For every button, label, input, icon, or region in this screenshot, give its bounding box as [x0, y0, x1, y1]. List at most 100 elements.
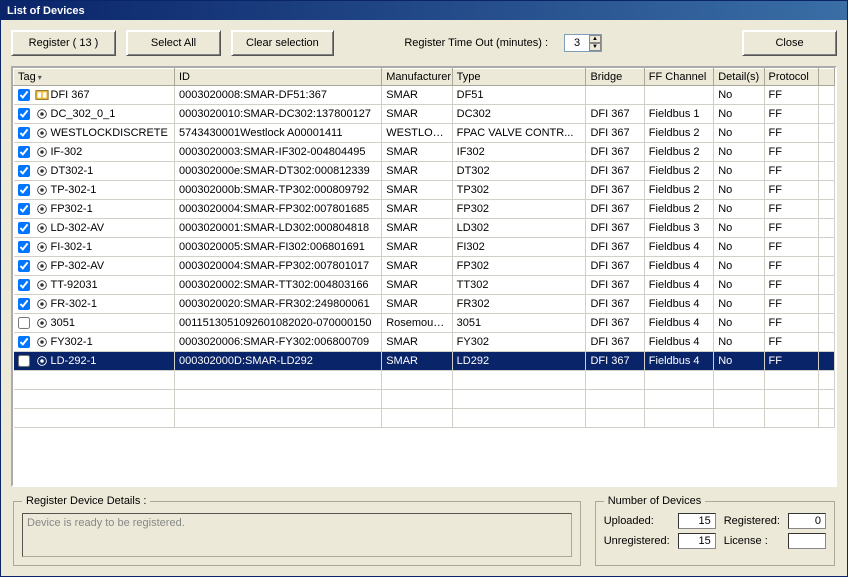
row-details: No	[714, 86, 764, 105]
row-checkbox[interactable]	[18, 108, 30, 120]
device-icon	[35, 126, 49, 140]
table-row[interactable]: LD-302-AV0003020001:SMAR-LD302:000804818…	[14, 219, 835, 238]
col-details[interactable]: Detail(s)	[714, 69, 764, 86]
window-title: List of Devices	[7, 5, 85, 17]
row-checkbox[interactable]	[18, 355, 30, 367]
table-row[interactable]: DFI 3670003020008:SMAR-DF51:367SMARDF51N…	[14, 86, 835, 105]
row-ff-channel: Fieldbus 4	[644, 314, 713, 333]
timeout-up-button[interactable]: ▲	[589, 35, 601, 43]
register-button[interactable]: Register ( 13 )	[11, 30, 116, 56]
unregistered-value: 15	[678, 533, 716, 549]
row-details: No	[714, 295, 764, 314]
titlebar: List of Devices	[1, 1, 847, 20]
row-ff-channel: Fieldbus 4	[644, 333, 713, 352]
close-button[interactable]: Close	[742, 30, 837, 56]
row-protocol: FF	[764, 295, 818, 314]
row-tag: FY302-1	[51, 336, 93, 348]
row-manufacturer: SMAR	[382, 86, 452, 105]
register-details-text: Device is ready to be registered.	[22, 513, 572, 557]
row-ff-channel: Fieldbus 2	[644, 143, 713, 162]
timeout-input[interactable]	[565, 35, 589, 51]
table-row[interactable]: TT-920310003020002:SMAR-TT302:004803166S…	[14, 276, 835, 295]
row-protocol: FF	[764, 257, 818, 276]
col-manufacturer[interactable]: Manufacturer	[382, 69, 452, 86]
table-row-empty	[14, 409, 835, 428]
table-row[interactable]: TP-302-1000302000b:SMAR-TP302:000809792S…	[14, 181, 835, 200]
row-checkbox[interactable]	[18, 279, 30, 291]
row-bridge: DFI 367	[586, 162, 644, 181]
row-id: 000302000e:SMAR-DT302:000812339	[174, 162, 381, 181]
row-checkbox[interactable]	[18, 241, 30, 253]
col-tag[interactable]: Tag▾	[14, 69, 175, 86]
table-row[interactable]: IF-3020003020003:SMAR-IF302-004804495SMA…	[14, 143, 835, 162]
row-id: 5743430001Westlock A00001411	[174, 124, 381, 143]
row-checkbox[interactable]	[18, 298, 30, 310]
row-ff-channel: Fieldbus 2	[644, 181, 713, 200]
table-row-empty	[14, 390, 835, 409]
row-checkbox[interactable]	[18, 260, 30, 272]
row-manufacturer: SMAR	[382, 200, 452, 219]
table-row[interactable]: FR-302-10003020020:SMAR-FR302:249800061S…	[14, 295, 835, 314]
row-id: 0003020008:SMAR-DF51:367	[174, 86, 381, 105]
row-details: No	[714, 200, 764, 219]
row-type: DC302	[452, 105, 586, 124]
device-icon	[35, 316, 49, 330]
table-row[interactable]: DC_302_0_10003020010:SMAR-DC302:13780012…	[14, 105, 835, 124]
lower-panels: Register Device Details : Device is read…	[11, 495, 837, 566]
table-row[interactable]: LD-292-1000302000D:SMAR-LD292SMARLD292DF…	[14, 352, 835, 371]
row-tag: FP-302-AV	[51, 260, 105, 272]
device-icon	[35, 107, 49, 121]
timeout-spinner[interactable]: ▲ ▼	[564, 34, 602, 52]
row-protocol: FF	[764, 333, 818, 352]
col-ff-channel[interactable]: FF Channel	[644, 69, 713, 86]
license-value	[788, 533, 826, 549]
row-manufacturer: SMAR	[382, 276, 452, 295]
col-type[interactable]: Type	[452, 69, 586, 86]
row-type: FY302	[452, 333, 586, 352]
clear-selection-button[interactable]: Clear selection	[231, 30, 334, 56]
row-tag: TP-302-1	[51, 184, 97, 196]
timeout-down-button[interactable]: ▼	[589, 43, 601, 51]
select-all-button[interactable]: Select All	[126, 30, 221, 56]
row-checkbox[interactable]	[18, 127, 30, 139]
row-checkbox[interactable]	[18, 203, 30, 215]
row-type: FP302	[452, 257, 586, 276]
device-icon	[35, 335, 49, 349]
row-manufacturer: SMAR	[382, 219, 452, 238]
row-details: No	[714, 257, 764, 276]
table-row[interactable]: FP302-10003020004:SMAR-FP302:007801685SM…	[14, 200, 835, 219]
row-checkbox[interactable]	[18, 222, 30, 234]
row-id: 0011513051092601082020-070000150	[174, 314, 381, 333]
device-icon	[35, 221, 49, 235]
row-ff-channel: Fieldbus 2	[644, 124, 713, 143]
table-row[interactable]: FY302-10003020006:SMAR-FY302:006800709SM…	[14, 333, 835, 352]
row-tag: FP302-1	[51, 203, 93, 215]
row-checkbox[interactable]	[18, 317, 30, 329]
table-row[interactable]: 30510011513051092601082020-070000150Rose…	[14, 314, 835, 333]
toolbar: Register ( 13 ) Select All Clear selecti…	[11, 30, 837, 56]
row-bridge: DFI 367	[586, 295, 644, 314]
registered-value: 0	[788, 513, 826, 529]
device-icon	[35, 240, 49, 254]
row-protocol: FF	[764, 352, 818, 371]
col-protocol[interactable]: Protocol	[764, 69, 818, 86]
row-checkbox[interactable]	[18, 184, 30, 196]
row-bridge: DFI 367	[586, 276, 644, 295]
table-row[interactable]: WESTLOCKDISCRETE5743430001Westlock A0000…	[14, 124, 835, 143]
row-checkbox[interactable]	[18, 146, 30, 158]
table-row[interactable]: FI-302-10003020005:SMAR-FI302:006801691S…	[14, 238, 835, 257]
table-row[interactable]: DT302-1000302000e:SMAR-DT302:000812339SM…	[14, 162, 835, 181]
row-ff-channel: Fieldbus 4	[644, 238, 713, 257]
row-checkbox[interactable]	[18, 336, 30, 348]
row-checkbox[interactable]	[18, 165, 30, 177]
row-details: No	[714, 352, 764, 371]
register-details-group: Register Device Details : Device is read…	[13, 495, 581, 566]
row-checkbox[interactable]	[18, 89, 30, 101]
col-bridge[interactable]: Bridge	[586, 69, 644, 86]
table-row[interactable]: FP-302-AV0003020004:SMAR-FP302:007801017…	[14, 257, 835, 276]
row-tag: IF-302	[51, 146, 83, 158]
row-bridge: DFI 367	[586, 257, 644, 276]
row-bridge	[586, 86, 644, 105]
row-protocol: FF	[764, 314, 818, 333]
col-id[interactable]: ID	[174, 69, 381, 86]
